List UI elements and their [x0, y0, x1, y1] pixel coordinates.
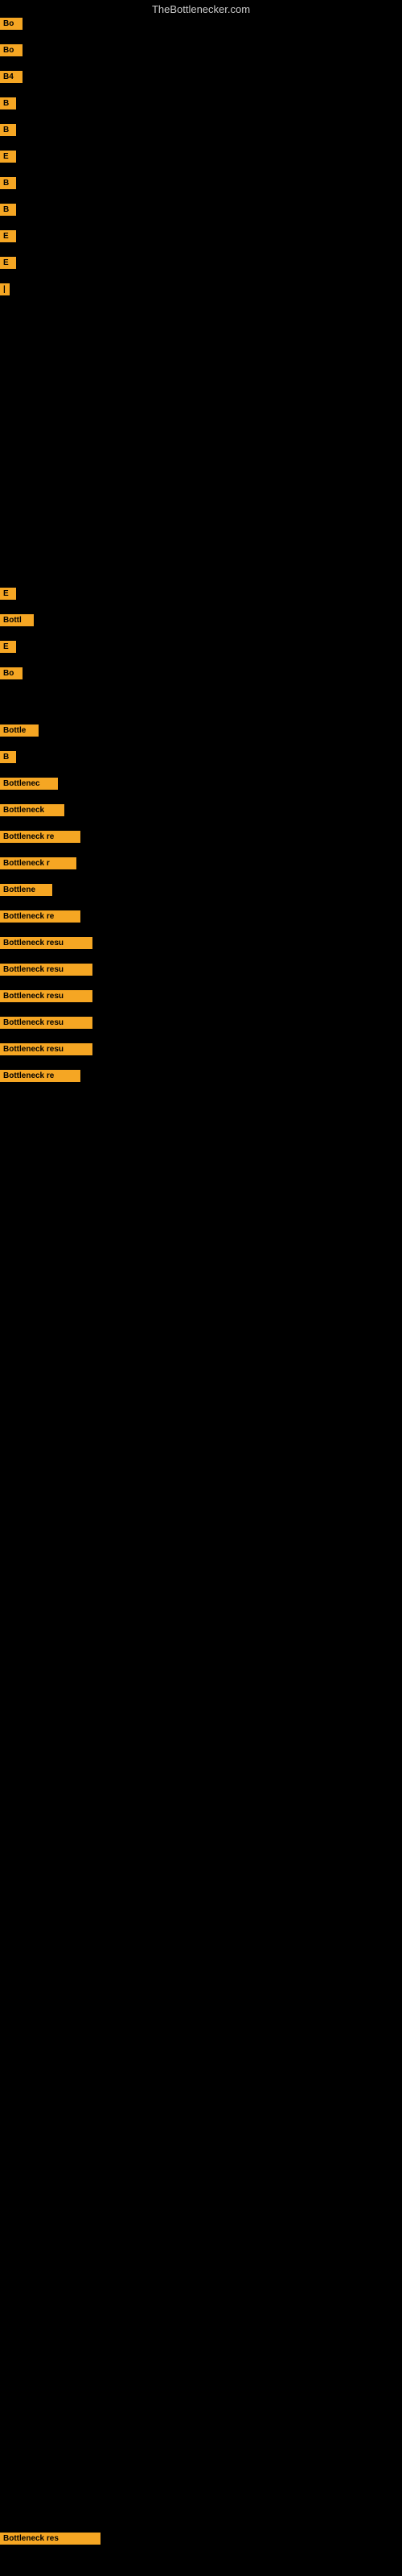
- item-badge-2: Bo: [0, 44, 23, 56]
- list-item[interactable]: E: [0, 257, 402, 283]
- item-badge-13: Bottl: [0, 614, 34, 626]
- list-item[interactable]: B: [0, 204, 402, 229]
- list-item[interactable]: Bo: [0, 667, 402, 693]
- item-badge-30: Bottleneck res: [0, 2533, 100, 2545]
- list-item[interactable]: Bottlene: [0, 884, 402, 910]
- list-item[interactable]: Bottleneck res: [0, 2533, 402, 2558]
- item-badge-23: Bottleneck re: [0, 910, 80, 923]
- item-badge-26: Bottleneck resu: [0, 990, 92, 1002]
- item-badge-6: E: [0, 151, 16, 163]
- list-item[interactable]: Bottleneck resu: [0, 990, 402, 1016]
- item-badge-9: E: [0, 230, 16, 242]
- item-badge-8: B: [0, 204, 16, 216]
- item-badge-29: Bottleneck re: [0, 1070, 80, 1082]
- list-item[interactable]: Bottleneck resu: [0, 937, 402, 963]
- item-badge-24: Bottleneck resu: [0, 937, 92, 949]
- list-item[interactable]: Bo: [0, 44, 402, 70]
- list-item[interactable]: Bottleneck re: [0, 910, 402, 936]
- item-badge-14: E: [0, 641, 16, 653]
- item-badge-12: E: [0, 588, 16, 600]
- item-badge-5: B: [0, 124, 16, 136]
- item-badge-17: B: [0, 751, 16, 763]
- item-badge-11: |: [0, 283, 10, 295]
- list-item[interactable]: E: [0, 641, 402, 667]
- item-badge-15: Bo: [0, 667, 23, 679]
- list-item[interactable]: B: [0, 751, 402, 777]
- list-item[interactable]: Bottleneck resu: [0, 1043, 402, 1069]
- item-badge-16: Bottle: [0, 724, 39, 737]
- list-item[interactable]: Bottle: [0, 724, 402, 750]
- list-item[interactable]: Bottleneck r: [0, 857, 402, 883]
- item-badge-18: Bottlenec: [0, 778, 58, 790]
- list-item[interactable]: E: [0, 588, 402, 613]
- item-badge-4: B: [0, 97, 16, 109]
- list-item[interactable]: B4: [0, 71, 402, 97]
- list-item[interactable]: Bo: [0, 18, 402, 43]
- item-badge-19: Bottleneck: [0, 804, 64, 816]
- site-title: TheBottlenecker.com: [152, 3, 250, 15]
- item-badge-27: Bottleneck resu: [0, 1017, 92, 1029]
- list-item[interactable]: B: [0, 97, 402, 123]
- list-item[interactable]: B: [0, 177, 402, 203]
- list-item[interactable]: B: [0, 124, 402, 150]
- list-item[interactable]: E: [0, 151, 402, 176]
- item-badge-20: Bottleneck re: [0, 831, 80, 843]
- item-badge-7: B: [0, 177, 16, 189]
- item-badge-28: Bottleneck resu: [0, 1043, 92, 1055]
- item-badge-22: Bottlene: [0, 884, 52, 896]
- list-item[interactable]: Bottleneck re: [0, 831, 402, 857]
- list-item[interactable]: Bottleneck re: [0, 1070, 402, 1096]
- list-item[interactable]: Bottleneck: [0, 804, 402, 830]
- item-badge-10: E: [0, 257, 16, 269]
- item-badge-21: Bottleneck r: [0, 857, 76, 869]
- item-badge-25: Bottleneck resu: [0, 964, 92, 976]
- list-item[interactable]: Bottl: [0, 614, 402, 640]
- list-item[interactable]: Bottleneck resu: [0, 1017, 402, 1042]
- list-item[interactable]: Bottlenec: [0, 778, 402, 803]
- list-item[interactable]: E: [0, 230, 402, 256]
- item-badge-3: B4: [0, 71, 23, 83]
- list-item[interactable]: Bottleneck resu: [0, 964, 402, 989]
- list-item[interactable]: |: [0, 283, 402, 309]
- item-badge-1: Bo: [0, 18, 23, 30]
